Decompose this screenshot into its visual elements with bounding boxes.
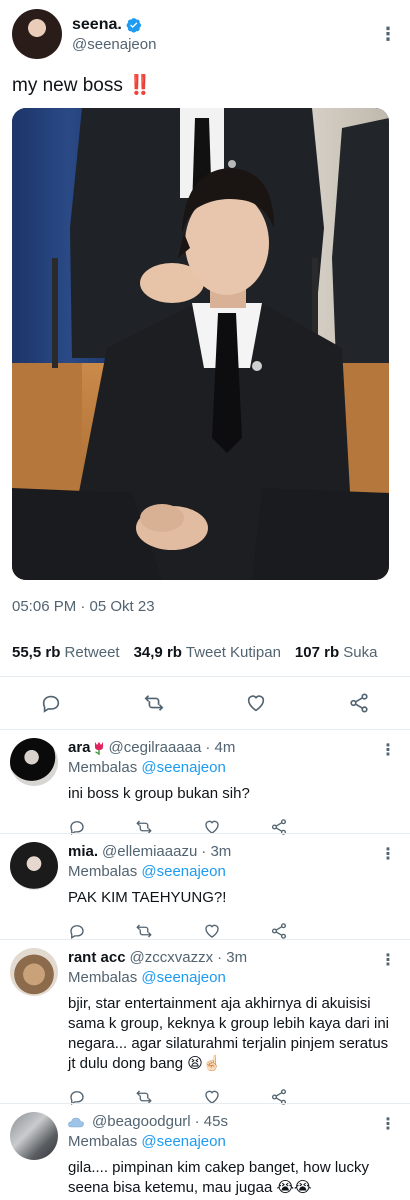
- share-icon[interactable]: [270, 922, 288, 940]
- reply-avatar[interactable]: [10, 948, 58, 996]
- replying-to: Membalas @seenajeon: [68, 968, 398, 988]
- author-row: seena. @seenajeon ⋮: [12, 8, 398, 60]
- reply-item[interactable]: @beagoodgurl · 45s Membalas @seenajeon g…: [0, 1103, 410, 1200]
- reply-display-name[interactable]: mia.: [68, 842, 98, 862]
- reply-time: · 45s: [194, 1113, 228, 1130]
- reply-handle[interactable]: @beagoodgurl: [92, 1112, 191, 1132]
- replying-to-mention[interactable]: @seenajeon: [141, 863, 225, 880]
- reply-time: · 3m: [217, 949, 248, 966]
- reply-item[interactable]: rant acc @zccxvazzx · 3m Membalas @seena…: [0, 939, 410, 1105]
- tweet-text-body: my new boss: [12, 75, 123, 96]
- retweet-count-label: Retweet: [64, 644, 120, 661]
- reply-time: · 3m: [201, 843, 232, 860]
- display-name-row: seena.: [72, 16, 378, 34]
- more-options-icon[interactable]: ⋮: [378, 25, 398, 43]
- engagement-stats: 55,5 rb Retweet 34,9 rb Tweet Kutipan 10…: [12, 629, 398, 676]
- quote-count[interactable]: 34,9 rb Tweet Kutipan: [134, 644, 281, 661]
- reply-header: @beagoodgurl · 45s: [68, 1112, 398, 1132]
- reply-avatar[interactable]: [10, 738, 58, 786]
- reply-body: ara @cegilraaaaa · 4m Membalas @seenajeo…: [68, 738, 398, 835]
- reply-body: mia. @ellemiaaazu · 3m Membalas @seenaje…: [68, 842, 398, 939]
- reply-icon[interactable]: [40, 692, 62, 714]
- retweet-icon[interactable]: [143, 692, 165, 714]
- reply-text: gila.... pimpinan kim cakep banget, how …: [68, 1158, 398, 1198]
- replying-to: Membalas @seenajeon: [68, 1132, 398, 1152]
- tulip-emoji: [94, 742, 103, 755]
- author-names: seena. @seenajeon: [72, 16, 378, 53]
- reply-text-body: bjir, star entertainment aja akhirnya di…: [68, 995, 390, 1072]
- reply-display-name[interactable]: rant acc: [68, 948, 126, 968]
- like-icon[interactable]: [203, 922, 221, 940]
- double-exclamation-emoji: ‼️: [128, 75, 152, 96]
- reply-header: ara @cegilraaaaa · 4m: [68, 738, 398, 758]
- reply-header: rant acc @zccxvazzx · 3m: [68, 948, 398, 968]
- author-handle[interactable]: @seenajeon: [72, 36, 378, 53]
- reply-text: PAK KIM TAEHYUNG?!: [68, 889, 227, 906]
- reply-time: · 4m: [205, 739, 236, 756]
- reply-text: ini boss k group bukan sih?: [68, 785, 250, 802]
- replying-label: Membalas: [68, 863, 138, 880]
- replying-to-mention[interactable]: @seenajeon: [141, 759, 225, 776]
- quote-count-label: Tweet Kutipan: [185, 644, 281, 661]
- main-tweet: seena. @seenajeon ⋮ my new boss ‼️ 05:06…: [0, 0, 410, 676]
- reply-body: rant acc @zccxvazzx · 3m Membalas @seena…: [68, 948, 398, 1105]
- retweet-icon[interactable]: [135, 922, 153, 940]
- reply-icon[interactable]: [68, 922, 86, 940]
- like-count-label: Suka: [343, 644, 378, 661]
- replying-to: Membalas @seenajeon: [68, 862, 398, 882]
- retweet-count-value: 55,5 rb: [12, 644, 61, 661]
- like-icon[interactable]: [245, 692, 267, 714]
- tweet-photo[interactable]: [12, 108, 389, 580]
- replying-label: Membalas: [68, 969, 138, 986]
- replying-label: Membalas: [68, 1133, 138, 1150]
- reply-handle[interactable]: @zccxvazzx: [130, 948, 214, 968]
- reply-trailing-emoji: 😭😭: [276, 1179, 312, 1196]
- more-options-icon[interactable]: ⋮: [380, 740, 396, 760]
- verified-badge-icon: [126, 17, 141, 33]
- reply-text-body: gila.... pimpinan kim cakep banget, how …: [68, 1159, 369, 1196]
- reply-display-name[interactable]: ara: [68, 738, 91, 758]
- reply-trailing-emoji: 😫☝🏻: [187, 1055, 222, 1072]
- reply-handle[interactable]: @cegilraaaaa: [109, 738, 202, 758]
- like-count[interactable]: 107 rb Suka: [295, 644, 378, 661]
- replying-to-mention[interactable]: @seenajeon: [141, 1133, 225, 1150]
- reply-item[interactable]: mia. @ellemiaaazu · 3m Membalas @seenaje…: [0, 833, 410, 939]
- reply-avatar[interactable]: [10, 1112, 58, 1160]
- like-count-value: 107 rb: [294, 644, 340, 661]
- author-display-name[interactable]: seena.: [72, 16, 122, 34]
- more-options-icon[interactable]: ⋮: [380, 844, 396, 864]
- replying-to-mention[interactable]: @seenajeon: [141, 969, 225, 986]
- quote-count-value: 34,9 rb: [133, 644, 182, 661]
- more-options-icon[interactable]: ⋮: [380, 950, 396, 970]
- photo-illustration: [12, 108, 389, 580]
- reply-handle[interactable]: @ellemiaaazu: [102, 842, 197, 862]
- cloud-emoji: [68, 1117, 84, 1127]
- tweet-text: my new boss ‼️: [12, 74, 398, 98]
- retweet-count[interactable]: 55,5 rb Retweet: [12, 644, 120, 661]
- replying-to: Membalas @seenajeon: [68, 758, 398, 778]
- tweet-timestamp[interactable]: 05:06 PM · 05 Okt 23: [12, 598, 398, 615]
- replying-label: Membalas: [68, 759, 138, 776]
- reply-avatar[interactable]: [10, 842, 58, 890]
- share-icon[interactable]: [348, 692, 370, 714]
- main-action-bar: [0, 677, 410, 729]
- author-avatar[interactable]: [12, 9, 62, 59]
- more-options-icon[interactable]: ⋮: [380, 1114, 396, 1134]
- reply-header: mia. @ellemiaaazu · 3m: [68, 842, 398, 862]
- reply-text: bjir, star entertainment aja akhirnya di…: [68, 994, 398, 1074]
- reply-item[interactable]: ara @cegilraaaaa · 4m Membalas @seenajeo…: [0, 729, 410, 835]
- reply-body: @beagoodgurl · 45s Membalas @seenajeon g…: [68, 1112, 398, 1200]
